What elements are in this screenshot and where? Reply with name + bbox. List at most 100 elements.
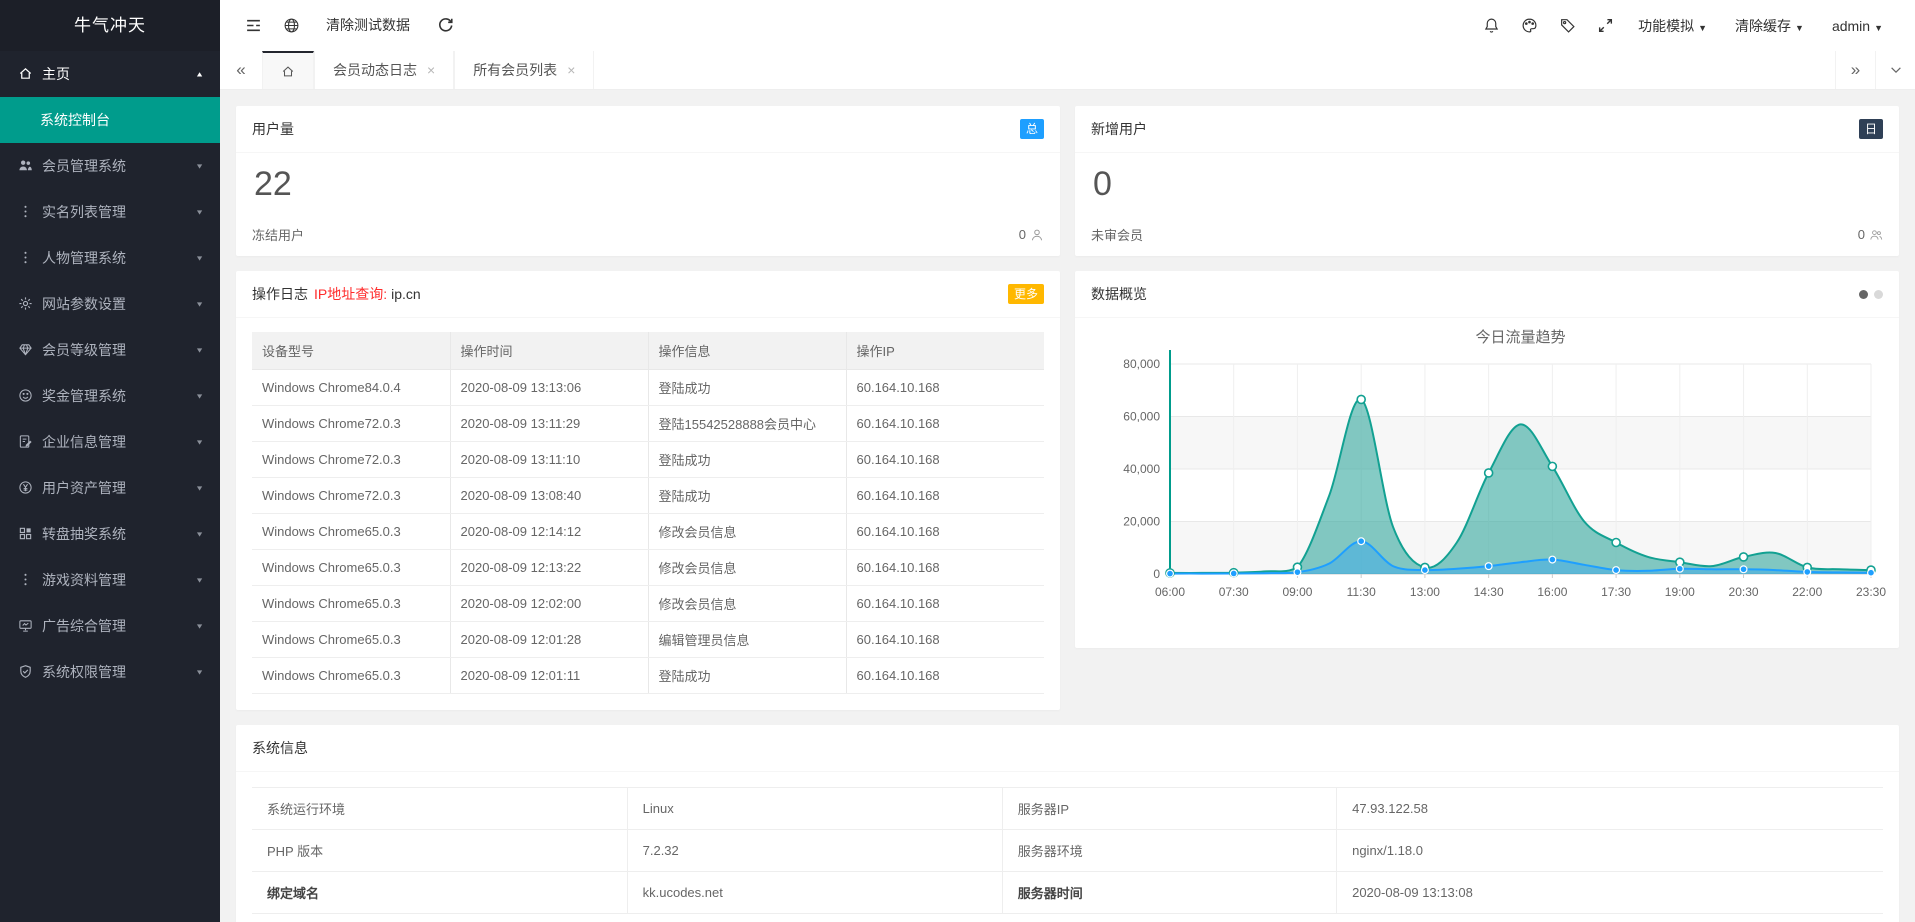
log-column-header: 操作IP bbox=[846, 332, 1044, 370]
chevron-down-icon: ▼ bbox=[1874, 23, 1883, 33]
tab-home[interactable] bbox=[262, 51, 314, 89]
chevron-down-icon: ▼ bbox=[1795, 23, 1804, 33]
table-row[interactable]: Windows Chrome72.0.32020-08-09 13:08:40登… bbox=[252, 478, 1044, 514]
sidebar-item[interactable]: 系统权限管理▼ bbox=[0, 649, 220, 695]
close-icon[interactable]: × bbox=[567, 62, 575, 78]
table-row[interactable]: Windows Chrome84.0.42020-08-09 13:13:06登… bbox=[252, 370, 1044, 406]
topbar: 清除测试数据 功能模拟▼ 清除缓存▼ admin▼ bbox=[220, 0, 1915, 51]
table-row[interactable]: Windows Chrome65.0.32020-08-09 12:14:12修… bbox=[252, 514, 1044, 550]
admin-dropdown[interactable]: admin▼ bbox=[1818, 18, 1897, 34]
carousel-dot[interactable] bbox=[1874, 290, 1883, 299]
chevron-down-icon: ▼ bbox=[195, 392, 204, 400]
main-content: 用户量 总 22 冻结用户 0 新增用户 日 0 未审会员 0 bbox=[220, 90, 1915, 922]
function-sim-dropdown[interactable]: 功能模拟▼ bbox=[1624, 16, 1721, 36]
sidebar-toggle-icon[interactable] bbox=[234, 0, 272, 51]
sidebar-item[interactable]: 广告综合管理▼ bbox=[0, 603, 220, 649]
stat-footer-value: 0 bbox=[1858, 227, 1865, 242]
sidebar-item-label: 网站参数设置 bbox=[42, 294, 195, 314]
system-info-cell: 服务器环境 bbox=[1002, 830, 1336, 872]
list-icon bbox=[18, 250, 34, 266]
sidebar-item[interactable]: 会员管理系统▼ bbox=[0, 143, 220, 189]
home-icon bbox=[281, 64, 295, 79]
chevron-down-icon: ▼ bbox=[1698, 23, 1707, 33]
table-row[interactable]: Windows Chrome65.0.32020-08-09 12:01:28编… bbox=[252, 622, 1044, 658]
log-cell: 2020-08-09 12:01:28 bbox=[450, 622, 648, 658]
log-column-header: 操作信息 bbox=[648, 332, 846, 370]
system-info-cell: 服务器IP bbox=[1002, 788, 1336, 830]
table-row[interactable]: Windows Chrome72.0.32020-08-09 13:11:10登… bbox=[252, 442, 1044, 478]
sidebar-item[interactable]: 转盘抽奖系统▼ bbox=[0, 511, 220, 557]
svg-text:22:00: 22:00 bbox=[1792, 585, 1822, 599]
stat-footer-value: 0 bbox=[1019, 227, 1026, 242]
stat-value: 22 bbox=[236, 153, 1060, 225]
sidebar-item[interactable]: 游戏资料管理▼ bbox=[0, 557, 220, 603]
tabs-scroll-right-icon[interactable]: » bbox=[1835, 51, 1875, 89]
log-cell: 2020-08-09 12:01:11 bbox=[450, 658, 648, 694]
sidebar-subitem[interactable]: 系统控制台 bbox=[0, 97, 220, 143]
fullscreen-icon[interactable] bbox=[1586, 0, 1624, 51]
sidebar-item[interactable]: 主页▲ bbox=[0, 51, 220, 97]
badge-total: 总 bbox=[1020, 119, 1044, 139]
table-row[interactable]: Windows Chrome65.0.32020-08-09 12:02:00修… bbox=[252, 586, 1044, 622]
table-row[interactable]: Windows Chrome65.0.32020-08-09 12:01:11登… bbox=[252, 658, 1044, 694]
stat-footer-label: 冻结用户 bbox=[252, 225, 304, 244]
page: 牛气冲天 主页▲系统控制台会员管理系统▼实名列表管理▼人物管理系统▼网站参数设置… bbox=[0, 0, 1915, 922]
log-cell: 登陆15542528888会员中心 bbox=[648, 406, 846, 442]
log-cell: Windows Chrome65.0.3 bbox=[252, 658, 450, 694]
log-cell: 修改会员信息 bbox=[648, 550, 846, 586]
doc-edit-icon bbox=[18, 434, 34, 450]
log-cell: 60.164.10.168 bbox=[846, 550, 1044, 586]
globe-icon[interactable] bbox=[272, 0, 310, 51]
system-info-cell: kk.ucodes.net bbox=[627, 872, 1002, 914]
refresh-icon[interactable] bbox=[426, 0, 464, 51]
log-cell: 60.164.10.168 bbox=[846, 622, 1044, 658]
sidebar-item[interactable]: 用户资产管理▼ bbox=[0, 465, 220, 511]
clear-cache-dropdown[interactable]: 清除缓存▼ bbox=[1721, 16, 1818, 36]
sidebar-item[interactable]: 实名列表管理▼ bbox=[0, 189, 220, 235]
stat-value: 0 bbox=[1075, 153, 1899, 225]
card-data-overview: 数据概览 020,00040,00060,00080,00006:0007:30… bbox=[1075, 271, 1899, 648]
clear-test-data-button[interactable]: 清除测试数据 bbox=[310, 0, 426, 51]
ip-query-link[interactable]: ip.cn bbox=[391, 286, 421, 302]
log-cell: 编辑管理员信息 bbox=[648, 622, 846, 658]
system-info-cell: 7.2.32 bbox=[627, 830, 1002, 872]
sidebar-item[interactable]: 会员等级管理▼ bbox=[0, 327, 220, 373]
operation-log-table: 设备型号操作时间操作信息操作IPWindows Chrome84.0.42020… bbox=[252, 332, 1044, 694]
chevron-down-icon: ▼ bbox=[195, 668, 204, 676]
table-row[interactable]: Windows Chrome65.0.32020-08-09 12:13:22修… bbox=[252, 550, 1044, 586]
users-icon bbox=[18, 158, 34, 174]
sidebar-item[interactable]: 奖金管理系统▼ bbox=[0, 373, 220, 419]
log-cell: 60.164.10.168 bbox=[846, 478, 1044, 514]
topbar-right: 功能模拟▼ 清除缓存▼ admin▼ bbox=[1472, 0, 1897, 51]
tabbar: « 会员动态日志 × 所有会员列表 × » bbox=[220, 51, 1915, 90]
tab-member-activity-log[interactable]: 会员动态日志 × bbox=[314, 51, 454, 89]
tab-all-members-list[interactable]: 所有会员列表 × bbox=[454, 51, 594, 89]
tag-icon[interactable] bbox=[1548, 0, 1586, 51]
bell-icon[interactable] bbox=[1472, 0, 1510, 51]
chevron-down-icon: ▼ bbox=[195, 576, 204, 584]
tabs-scroll-left-icon[interactable]: « bbox=[220, 51, 262, 89]
log-cell: 60.164.10.168 bbox=[846, 658, 1044, 694]
svg-text:09:00: 09:00 bbox=[1282, 585, 1312, 599]
sidebar-item[interactable]: 企业信息管理▼ bbox=[0, 419, 220, 465]
system-info-cell: 47.93.122.58 bbox=[1337, 788, 1883, 830]
carousel-dot-active[interactable] bbox=[1859, 290, 1868, 299]
more-button[interactable]: 更多 bbox=[1008, 284, 1044, 304]
carousel-dots bbox=[1859, 290, 1883, 299]
sidebar-item[interactable]: 网站参数设置▼ bbox=[0, 281, 220, 327]
tabs-menu-icon[interactable] bbox=[1875, 51, 1915, 89]
sidebar-item-label: 系统权限管理 bbox=[42, 662, 195, 682]
sidebar-item[interactable]: 人物管理系统▼ bbox=[0, 235, 220, 281]
log-cell: Windows Chrome65.0.3 bbox=[252, 586, 450, 622]
log-cell: 2020-08-09 13:13:06 bbox=[450, 370, 648, 406]
log-cell: 登陆成功 bbox=[648, 658, 846, 694]
close-icon[interactable]: × bbox=[427, 62, 435, 78]
palette-icon[interactable] bbox=[1510, 0, 1548, 51]
sidebar-item-label: 转盘抽奖系统 bbox=[42, 524, 195, 544]
yen-icon bbox=[18, 480, 34, 496]
table-row[interactable]: Windows Chrome72.0.32020-08-09 13:11:29登… bbox=[252, 406, 1044, 442]
system-info-cell: 2020-08-09 13:13:08 bbox=[1337, 872, 1883, 914]
sidebar-item-label: 会员管理系统 bbox=[42, 156, 195, 176]
shield-icon bbox=[18, 664, 34, 680]
table-row: PHP 版本7.2.32服务器环境nginx/1.18.0 bbox=[252, 830, 1883, 872]
